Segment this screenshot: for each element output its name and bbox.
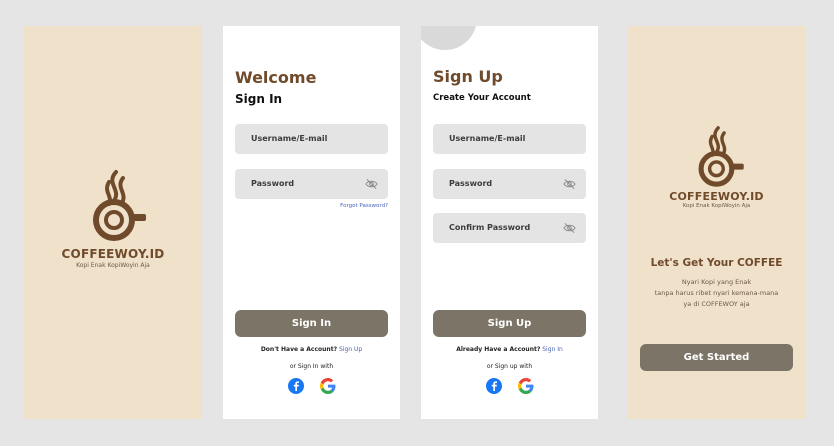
username-placeholder: Username/E-mail [251,134,328,143]
signin-screen: Welcome Sign In Username/E-mail Password… [223,26,400,419]
confirm-password-field[interactable]: Confirm Password [433,213,586,243]
coffee-logo-icon [698,126,744,187]
signup-button[interactable]: Sign Up [433,310,586,337]
brand-tagline: Kopi Enak KopiWoyin Aja [682,203,751,209]
signup-prompt: Don't Have a Account? Sign Up [223,346,400,353]
signup-link[interactable]: Sign Up [339,346,362,353]
eye-off-icon[interactable] [365,178,378,190]
page-title: Welcome [235,68,317,87]
password-placeholder: Password [449,179,493,188]
confirm-password-placeholder: Confirm Password [449,223,531,232]
username-placeholder: Username/E-mail [449,134,526,143]
facebook-icon[interactable] [287,378,304,394]
headline: Let's Get Your COFFEE [650,257,783,269]
signin-link[interactable]: Sign In [542,346,563,353]
page-title: Sign Up [433,67,503,86]
eye-off-icon[interactable] [563,178,576,190]
password-field[interactable]: Password [235,169,388,199]
brand-tagline: Kopi Enak KopiWoyin Aja [76,262,150,269]
facebook-icon[interactable] [485,378,502,394]
no-account-text: Don't Have a Account? [260,346,338,353]
page-subtitle: Sign In [235,92,283,106]
coffee-logo-icon [93,170,146,241]
signup-screen: Sign Up Create Your Account Username/E-m… [421,26,598,419]
decorative-circle [421,26,477,50]
or-signup-text: or Sign up with [486,363,533,370]
username-field[interactable]: Username/E-mail [433,124,586,154]
google-icon[interactable] [319,378,336,394]
signin-button[interactable]: Sign In [235,310,388,337]
description-line-3: ya di COFFEWOY aja [683,300,750,308]
page-subtitle: Create Your Account [433,93,531,103]
have-account-text: Already Have a Account? [456,346,541,353]
social-login-row [421,378,598,394]
forgot-password-link[interactable]: Forgot Password? [340,203,388,209]
signin-prompt: Already Have a Account? Sign In [421,346,598,353]
description-line-1: Nyari Kopi yang Enak [681,278,752,286]
password-placeholder: Password [251,179,295,188]
username-field[interactable]: Username/E-mail [235,124,388,154]
password-field[interactable]: Password [433,169,586,199]
google-icon[interactable] [517,378,534,394]
get-started-button[interactable]: Get Started [640,344,793,371]
brand-name: COFFEEWOY.ID [61,247,165,261]
or-signin-text: or Sign In with [289,363,334,370]
description-line-2: tanpa harus ribet nyari kemana-mana [654,289,779,297]
social-login-row [223,378,400,394]
onboarding-screen: COFFEEWOY.ID Kopi Enak KopiWoyin Aja Let… [628,26,805,419]
splash-screen: COFFEEWOY.ID Kopi Enak KopiWoyin Aja [24,26,202,419]
eye-off-icon[interactable] [563,222,576,234]
brand-name: COFFEEWOY.ID [669,190,764,203]
